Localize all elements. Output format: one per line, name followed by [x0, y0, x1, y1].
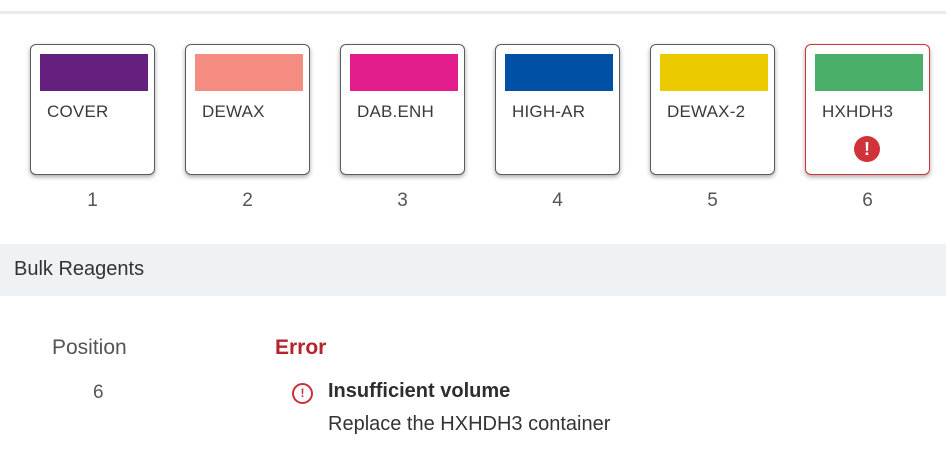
reagent-slot-2: DEWAX 2 — [183, 44, 333, 211]
reagent-name: DEWAX-2 — [667, 102, 746, 121]
reagent-card[interactable]: COVER — [30, 44, 155, 175]
position-value: 6 — [93, 382, 104, 403]
reagent-color-swatch — [195, 54, 303, 91]
bulk-reagents-header: Bulk Reagents — [0, 244, 946, 296]
slot-number: 5 — [707, 190, 718, 211]
section-title: Bulk Reagents — [14, 258, 145, 280]
slot-number: 1 — [87, 190, 98, 211]
reagent-name: DAB.ENH — [357, 102, 434, 121]
reagent-card[interactable]: DEWAX-2 — [650, 44, 775, 175]
warning-circle-icon: ! — [292, 383, 313, 404]
error-message-title: Insufficient volume — [328, 380, 511, 402]
slot-number: 3 — [397, 190, 408, 211]
slot-number: 6 — [862, 190, 873, 211]
reagent-slot-3: DAB.ENH 3 — [338, 44, 488, 211]
reagent-name: DEWAX — [202, 102, 265, 121]
reagent-card[interactable]: DAB.ENH — [340, 44, 465, 175]
reagent-name: COVER — [47, 102, 109, 121]
reagent-name: HXHDH3 — [822, 102, 894, 121]
reagent-name: HIGH-AR — [512, 102, 586, 121]
reagent-slot-6: HXHDH3 ! 6 — [803, 44, 946, 211]
slot-number: 4 — [552, 190, 563, 211]
reagent-slot-1: COVER 1 — [28, 44, 178, 211]
position-label: Position — [52, 336, 127, 359]
reagent-slot-5: DEWAX-2 5 — [648, 44, 798, 211]
reagent-strip: COVER 1 DEWAX 2 DAB.ENH 3 HIGH-AR 4 DEWA… — [0, 14, 946, 244]
slot-number: 2 — [242, 190, 253, 211]
reagent-color-swatch — [40, 54, 148, 91]
reagent-slot-4: HIGH-AR 4 — [493, 44, 643, 211]
reagent-color-swatch — [350, 54, 458, 91]
error-heading: Error — [275, 336, 327, 359]
error-message-detail: Replace the HXHDH3 container — [328, 413, 611, 435]
error-details-panel: Position 6 Error ! Insufficient volume R… — [0, 296, 946, 473]
exclamation-circle-icon: ! — [854, 136, 880, 162]
reagent-color-swatch — [815, 54, 923, 91]
reagent-card[interactable]: HIGH-AR — [495, 44, 620, 175]
reagent-color-swatch — [660, 54, 768, 91]
reagent-color-swatch — [505, 54, 613, 91]
reagent-card-error[interactable]: HXHDH3 ! — [805, 44, 930, 175]
reagent-card[interactable]: DEWAX — [185, 44, 310, 175]
